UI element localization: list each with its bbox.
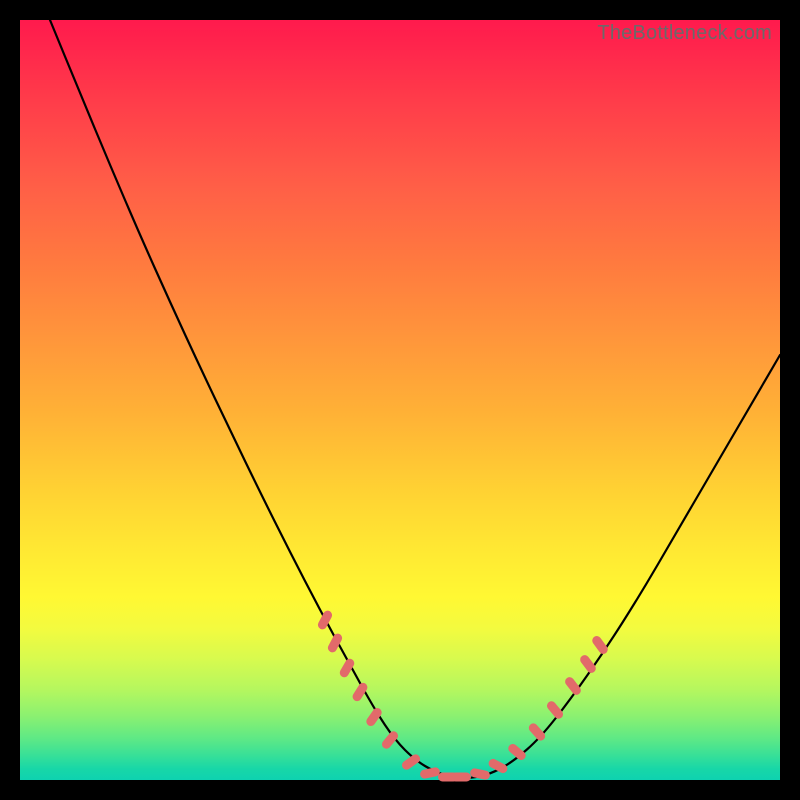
data-marker — [451, 773, 471, 782]
chart-svg — [20, 20, 780, 780]
bottleneck-curve-line — [50, 20, 780, 778]
outer-black-frame: TheBottleneck.com — [0, 0, 800, 800]
data-marker — [316, 609, 333, 631]
markers-group — [316, 609, 609, 781]
plot-area: TheBottleneck.com — [20, 20, 780, 780]
curve-group — [50, 20, 780, 778]
data-marker — [419, 767, 440, 780]
data-marker — [338, 657, 356, 679]
data-marker — [351, 681, 369, 703]
